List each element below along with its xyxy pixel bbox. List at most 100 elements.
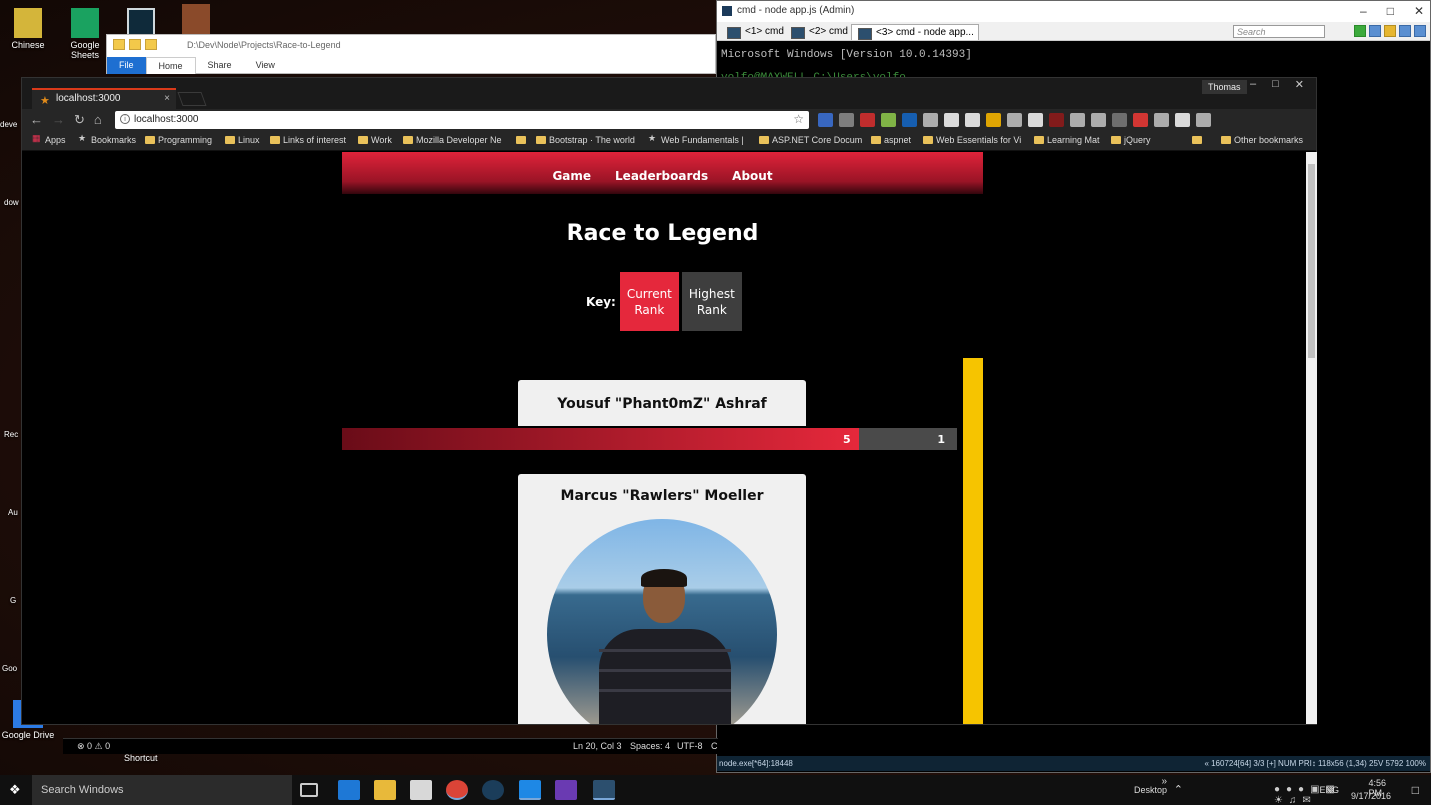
bookmark-aspnet-core[interactable]: ASP.NET Core Docum <box>759 135 862 145</box>
maximize-button[interactable]: □ <box>1387 4 1394 18</box>
new-tab-button[interactable] <box>177 92 207 106</box>
console-search-input[interactable]: Search <box>1233 25 1325 38</box>
desktop-icon-fragment[interactable]: dow <box>4 198 22 207</box>
nav-link-game[interactable]: Game <box>552 169 591 194</box>
bookmarks-overflow-chevron[interactable]: » <box>1192 135 1203 145</box>
info-icon[interactable]: i <box>120 114 130 124</box>
extension-icon[interactable] <box>986 113 1001 127</box>
ribbon-tab-home[interactable]: Home <box>145 57 196 74</box>
ribbon-tab-share[interactable]: Share <box>196 57 244 74</box>
minimize-button[interactable]: – <box>1250 78 1256 91</box>
extension-icon[interactable] <box>1049 113 1064 127</box>
bookmark-star-icon[interactable]: ☆ <box>793 112 804 126</box>
language-indicator[interactable]: ENG <box>1319 785 1339 795</box>
bookmark-links-of-interest[interactable]: Links of interest <box>270 135 346 145</box>
bookmark-bookmarks[interactable]: Bookmarks <box>78 133 136 145</box>
console-tab-1[interactable]: <1> cmd <box>721 24 788 40</box>
desktop-icon-fragment[interactable]: Rec <box>4 430 22 439</box>
browser-tab[interactable]: ★ localhost:3000 × <box>32 88 176 109</box>
minimize-button[interactable]: – <box>1360 4 1367 18</box>
cursor-position[interactable]: Ln 20, Col 3 <box>573 741 622 751</box>
visual-studio-icon[interactable] <box>555 780 577 800</box>
bookmark-programming[interactable]: Programming <box>145 135 212 145</box>
desktop-shortcut-label[interactable]: Shortcut <box>124 753 158 763</box>
close-button[interactable]: ✕ <box>1295 78 1304 91</box>
menu-icon[interactable] <box>1414 25 1426 37</box>
taskbar-search-input[interactable]: Search Windows <box>32 775 292 805</box>
nav-link-about[interactable]: About <box>732 169 772 194</box>
bookmark-other[interactable]: Other bookmarks <box>1221 135 1303 145</box>
file-explorer-icon[interactable] <box>374 780 396 800</box>
chrome-icon[interactable] <box>446 780 468 800</box>
edge-icon[interactable] <box>338 780 360 800</box>
lock-icon[interactable] <box>1384 25 1396 37</box>
encoding-setting[interactable]: UTF-8 <box>677 741 703 751</box>
profile-button[interactable]: Thomas <box>1202 80 1247 94</box>
close-button[interactable]: ✕ <box>1414 4 1424 18</box>
extension-icon[interactable] <box>860 113 875 127</box>
extension-icon[interactable] <box>881 113 896 127</box>
back-icon[interactable]: ← <box>30 112 43 128</box>
steam-icon[interactable] <box>482 780 504 800</box>
bookmark-work[interactable]: Work <box>358 135 392 145</box>
extension-icon[interactable] <box>1196 113 1211 127</box>
player-card[interactable]: Marcus "Rawlers" Moeller <box>518 474 806 724</box>
bookmark-learning-mat[interactable]: Learning Mat <box>1034 135 1100 145</box>
player-card[interactable]: Yousuf "Phant0mZ" Ashraf <box>518 380 806 426</box>
desktop-icon-chinese[interactable]: Chinese <box>0 8 56 50</box>
clock-date[interactable]: 9/17/2016 <box>1351 791 1391 801</box>
scrollbar-thumb[interactable] <box>1308 164 1315 358</box>
tray-chevron-icon[interactable]: ⌃ <box>1174 783 1183 796</box>
task-view-icon[interactable] <box>300 783 318 797</box>
new-console-icon[interactable] <box>1354 25 1366 37</box>
notifications-icon[interactable]: □ <box>1412 783 1419 797</box>
desktop-icon-fragment[interactable]: Goo <box>2 664 22 673</box>
extension-icon[interactable] <box>1175 113 1190 127</box>
console-tab-2[interactable]: <2> cmd <box>785 24 852 40</box>
bookmark-bootstrap[interactable]: Bootstrap · The world <box>536 135 635 145</box>
bookmark-jquery[interactable]: jQuery <box>1111 135 1151 145</box>
panes-icon[interactable] <box>1399 25 1411 37</box>
extension-icon[interactable] <box>818 113 833 127</box>
desktop-icon-game[interactable] <box>174 4 218 36</box>
extension-icon[interactable] <box>902 113 917 127</box>
maximize-button[interactable]: □ <box>1272 78 1279 91</box>
extension-icon[interactable] <box>1091 113 1106 127</box>
vscode-icon[interactable] <box>519 780 541 800</box>
ribbon-tab-view[interactable]: View <box>244 57 287 74</box>
bookmark-web-essentials[interactable]: Web Essentials for Vi <box>923 135 1021 145</box>
problems-indicator[interactable]: ⊗ 0 ⚠ 0 <box>77 741 110 752</box>
extension-icon[interactable] <box>1112 113 1127 127</box>
bookmark-linux[interactable]: Linux <box>225 135 260 145</box>
layout-icon[interactable] <box>1369 25 1381 37</box>
browser-viewport[interactable]: Game Leaderboards About Race to Legend K… <box>22 152 1306 724</box>
desktop-icon-google-sheets[interactable]: Google Sheets <box>57 8 113 60</box>
bookmark-web-fundamentals[interactable]: Web Fundamentals | <box>648 133 744 145</box>
extension-icon[interactable] <box>1007 113 1022 127</box>
extension-icon[interactable] <box>1070 113 1085 127</box>
forward-icon[interactable]: → <box>52 112 65 128</box>
desktop-icon-fragment[interactable]: deve <box>0 120 20 129</box>
extension-icon[interactable] <box>1154 113 1169 127</box>
ribbon-tab-file[interactable]: File <box>107 57 146 74</box>
console-icon[interactable] <box>593 780 615 800</box>
extension-icon[interactable] <box>1133 113 1148 127</box>
windows-start-icon[interactable]: ❖ <box>9 782 21 798</box>
address-bar[interactable]: i localhost:3000 ☆ <box>115 111 809 129</box>
store-icon[interactable] <box>410 780 432 800</box>
file-explorer-window[interactable]: D:\Dev\Node\Projects\Race-to-Legend File… <box>106 34 716 74</box>
bookmark-apps[interactable]: Apps <box>32 133 66 145</box>
indent-setting[interactable]: Spaces: 4 <box>630 741 670 751</box>
bookmark-aspnet[interactable]: aspnet <box>871 135 911 145</box>
page-scrollbar[interactable] <box>1306 152 1317 724</box>
extension-icon[interactable] <box>944 113 959 127</box>
nav-link-leaderboards[interactable]: Leaderboards <box>615 169 708 194</box>
properties-icon[interactable] <box>129 39 141 50</box>
extension-icon[interactable] <box>1028 113 1043 127</box>
extension-icon[interactable] <box>839 113 854 127</box>
close-tab-button[interactable]: × <box>164 93 170 104</box>
extension-icon[interactable] <box>923 113 938 127</box>
bookmark-mozilla[interactable]: Mozilla Developer Ne <box>403 135 502 145</box>
reload-icon[interactable]: ↻ <box>74 112 85 128</box>
console-tab-3[interactable]: <3> cmd - node app... <box>851 24 979 40</box>
